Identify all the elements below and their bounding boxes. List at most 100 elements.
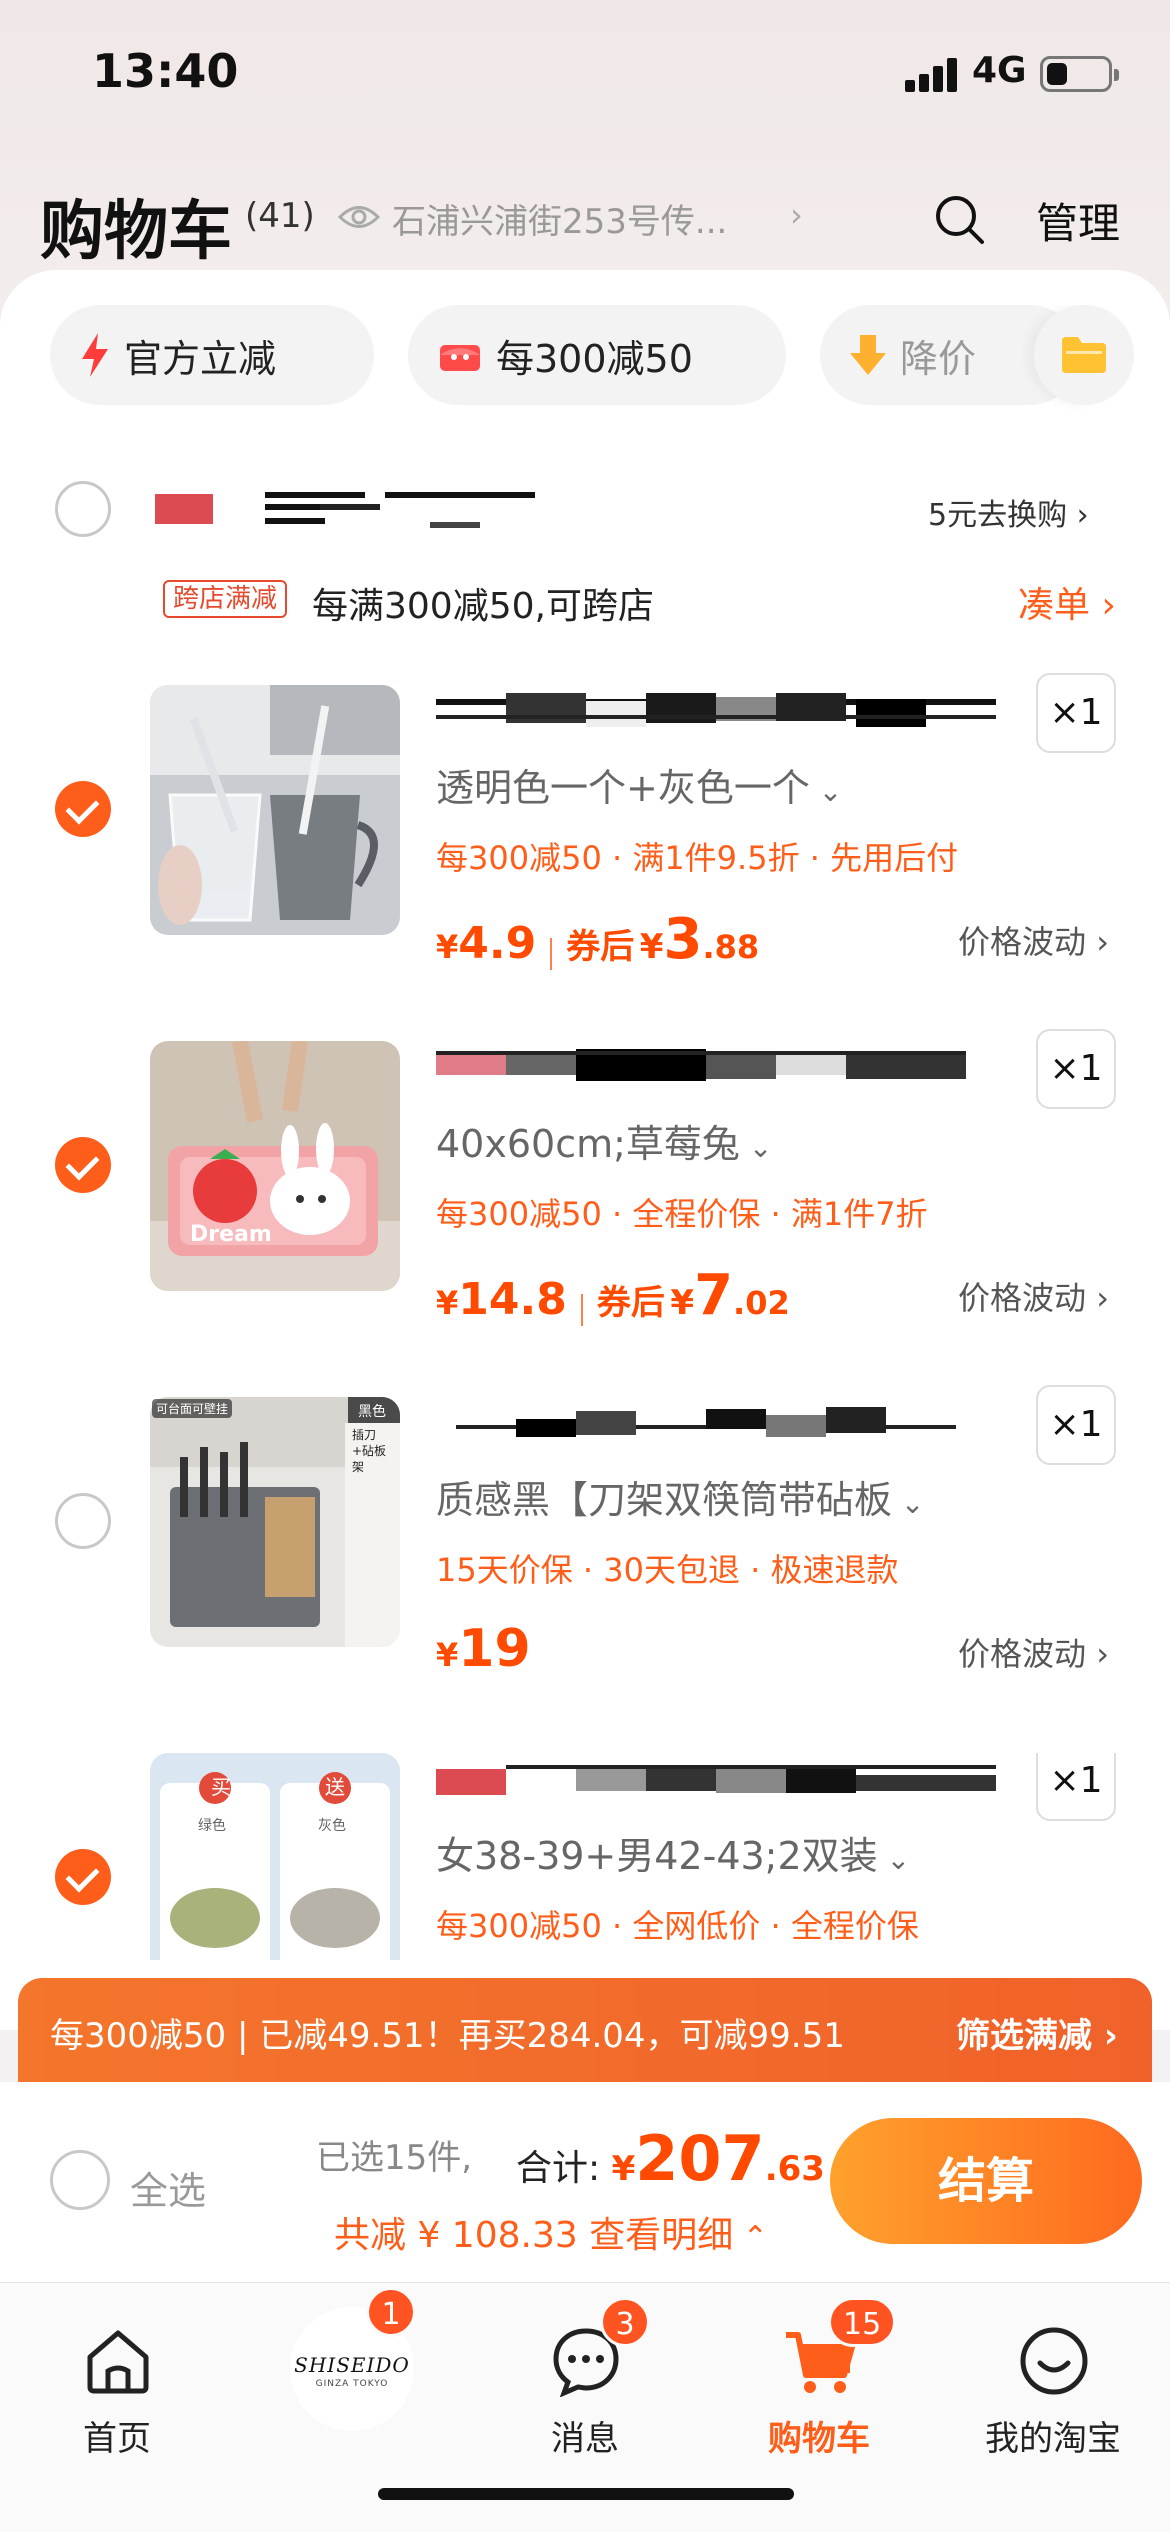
status-time: 13:40: [92, 44, 239, 98]
chevron-right-icon: ›: [790, 196, 803, 234]
chevron-right-icon: ›: [1090, 585, 1116, 626]
checkout-button[interactable]: 结算: [830, 2118, 1142, 2244]
chevron-down-icon: ⌄: [739, 1131, 773, 1164]
after-coupon-dec: .02: [733, 1284, 790, 1322]
quantity-button[interactable]: ×1: [1036, 1029, 1116, 1109]
status-bar: 13:40 4G: [0, 0, 1170, 150]
sku-selector[interactable]: 40x60cm;草莓兔 ⌄: [436, 1113, 772, 1168]
chevron-right-icon: ›: [1086, 923, 1109, 961]
product-image[interactable]: Dream: [150, 1041, 400, 1291]
price-fluctuation-link[interactable]: 价格波动 ›: [958, 1629, 1109, 1675]
sku-label: 透明色一个+灰色一个: [436, 766, 810, 810]
notification-badge: 3: [600, 2297, 650, 2347]
chip-cross-store-discount[interactable]: 每300减50: [408, 305, 786, 405]
quantity-button[interactable]: ×1: [1036, 1753, 1116, 1821]
after-coupon-label: 券后: [566, 927, 635, 967]
price-fluctuation-link[interactable]: 价格波动 ›: [958, 917, 1109, 963]
after-coupon-int: 3: [663, 907, 703, 972]
sku-label: 40x60cm;草莓兔: [436, 1122, 740, 1166]
item-checkbox[interactable]: [55, 1849, 111, 1905]
tab-messages[interactable]: 3 消息: [468, 2297, 702, 2459]
tab-home[interactable]: 首页: [0, 2303, 234, 2459]
cart-item: ×1 透明色一个+灰色一个 ⌄ 每300减50 · 满1件9.5折 · 先用后付…: [0, 673, 1170, 1041]
item-price: ¥19: [436, 1619, 531, 1679]
cart-item: 买 送 绿色 灰色 ×1 女38-39+男42-43;2双装 ⌄ 每300减50…: [0, 1753, 1170, 1960]
manage-button[interactable]: 管理: [1036, 190, 1120, 251]
select-all-checkbox[interactable]: [50, 2150, 110, 2210]
notification-badge: 15: [828, 2297, 897, 2347]
item-checkbox[interactable]: [55, 1137, 111, 1193]
price-fluctuation-link[interactable]: 价格波动 ›: [958, 1273, 1109, 1319]
after-coupon-int: 7: [694, 1263, 734, 1328]
sku-selector[interactable]: 质感黑【刀架双筷筒带砧板 ⌄: [436, 1469, 924, 1524]
sku-selector[interactable]: 透明色一个+灰色一个 ⌄: [436, 757, 842, 812]
coudan-link[interactable]: 凑单 ›: [1018, 576, 1116, 628]
filter-promo-link[interactable]: 筛选满减 ›: [956, 2008, 1118, 2057]
price-currency: ¥: [436, 1284, 459, 1322]
filter-chips: 官方立减 每300减50 降价: [0, 305, 1170, 411]
tab-my-taobao[interactable]: 我的淘宝: [936, 2303, 1170, 2459]
quantity-button[interactable]: ×1: [1036, 673, 1116, 753]
svg-text:Dream: Dream: [190, 1222, 272, 1247]
cart-header: 购物车 (41) 石浦兴浦街253号传... › 管理: [0, 170, 1170, 270]
chip-label: 每300减50: [496, 336, 693, 381]
product-image[interactable]: [150, 1753, 400, 1960]
total-currency: ¥: [611, 2149, 636, 2189]
shop-checkbox[interactable]: [55, 481, 111, 537]
promo-summary: 每300减50 | 已减49.51！再买284.04，可减99.51: [50, 2016, 845, 2056]
home-icon: [87, 2330, 149, 2394]
page-title: 购物车: [40, 195, 232, 269]
after-coupon-dec: .88: [702, 928, 760, 966]
smile-icon: [1020, 2327, 1088, 2395]
chevron-right-icon: ›: [1086, 1279, 1109, 1317]
exchange-purchase-link[interactable]: 5元去换购 ›: [928, 490, 1089, 534]
thumb-tag: 黑色: [358, 1404, 386, 1420]
exchange-label: 5元去换购: [928, 498, 1068, 533]
total-label: 合计:: [516, 2148, 601, 2189]
item-price: ¥14.8 券后 ¥7.02: [436, 1263, 790, 1328]
tab-label: 购物车: [768, 2419, 870, 2459]
item-benefits: 每300减50 · 全网低价 · 全程价保: [436, 1907, 919, 1945]
product-title-redacted: [456, 1405, 956, 1441]
sku-label: 女38-39+男42-43;2双装: [436, 1834, 878, 1878]
selected-count: 已选15件,: [316, 2138, 473, 2178]
search-icon[interactable]: [932, 192, 988, 248]
discount-icon: [440, 345, 480, 371]
folder-button[interactable]: [1034, 305, 1134, 405]
lightning-icon: [82, 333, 108, 377]
tab-shiseido[interactable]: SHISEIDO GINZA TOKYO 1: [234, 2287, 468, 2453]
select-all-label[interactable]: 全选: [130, 2160, 206, 2215]
product-title-redacted: [436, 1761, 996, 1797]
cart-count: (41): [245, 196, 315, 236]
after-coupon-currency: ¥: [639, 927, 664, 967]
chip-label: 降价: [900, 336, 977, 381]
quantity-button[interactable]: ×1: [1036, 1385, 1116, 1465]
chevron-down-icon: ⌄: [809, 775, 843, 808]
promo-tag: 跨店满减: [163, 580, 288, 618]
chip-official-discount[interactable]: 官方立减: [50, 305, 374, 405]
cross-store-promo-bar[interactable]: 每300减50 | 已减49.51！再买284.04，可减99.51 筛选满减 …: [18, 1978, 1152, 2082]
after-coupon-currency: ¥: [670, 1283, 695, 1323]
sku-selector[interactable]: 女38-39+男42-43;2双装 ⌄: [436, 1825, 910, 1880]
home-indicator: [378, 2488, 794, 2500]
tab-cart[interactable]: 15 购物车: [702, 2297, 936, 2459]
tab-label: 首页: [83, 2419, 151, 2459]
promo-text: 每满300减50,可跨店: [312, 586, 654, 627]
thumb-tag: 买: [211, 1775, 231, 1799]
delivery-address[interactable]: 石浦兴浦街253号传...: [392, 194, 727, 243]
savings-label: 共减 ¥ 108.33 查看明细: [334, 2215, 734, 2256]
total-amount: 合计: ¥207.63: [516, 2122, 825, 2195]
notification-badge: 1: [366, 2287, 416, 2337]
price-drop-icon: [850, 335, 886, 375]
folder-icon: [1062, 337, 1106, 373]
cart-item: Dream ×1 40x60cm;草莓兔 ⌄ 每300减50 · 全程价保 · …: [0, 1029, 1170, 1397]
savings-detail-link[interactable]: 共减 ¥ 108.33 查看明细 ⌃: [334, 2206, 768, 2258]
product-image[interactable]: [150, 685, 400, 935]
item-benefits: 15天价保 · 30天包退 · 极速退款: [436, 1551, 899, 1589]
price-value: 19: [458, 1619, 531, 1679]
after-coupon-label: 券后: [596, 1283, 665, 1323]
item-checkbox[interactable]: [55, 781, 111, 837]
fluct-label: 价格波动: [958, 923, 1087, 961]
chip-label: 官方立减: [124, 336, 277, 381]
item-checkbox[interactable]: [55, 1493, 111, 1549]
